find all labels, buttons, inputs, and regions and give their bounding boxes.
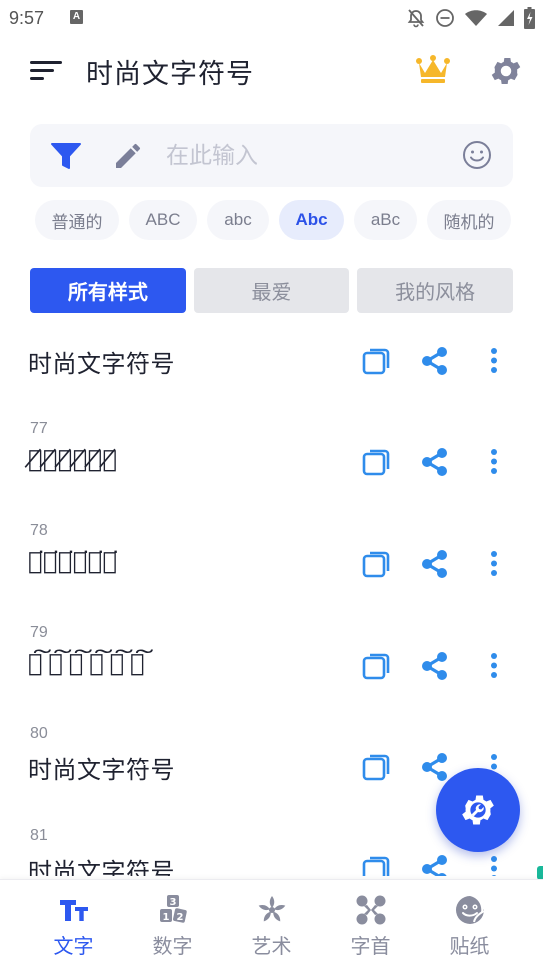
smiley-icon <box>463 141 491 169</box>
status-bar: 9:57 A <box>0 0 543 38</box>
nav-art-label: 艺术 <box>251 934 292 958</box>
style-row[interactable]: 77 时̸尚̸文̸字̸符̸号̸ <box>0 344 543 476</box>
tab-my-style[interactable]: 我的风格 <box>357 268 514 313</box>
app-bar: 时尚文字符号 <box>0 40 543 102</box>
style-row[interactable]: 78 时͘尚͘文͘字͘符͘号͘ <box>0 446 543 578</box>
style-preview-text: 时尚文字符号 <box>28 858 175 876</box>
style-tabs: 所有样式 最爱 我的风格 <box>30 268 514 313</box>
tab-favorites[interactable]: 最爱 <box>193 268 350 313</box>
bottom-nav: 文字 312 数字 艺术 字首 贴纸 <box>0 879 543 965</box>
edit-button[interactable] <box>112 140 144 172</box>
style-number: 78 <box>30 522 48 539</box>
style-number: 79 <box>30 624 48 641</box>
chip-uppercase[interactable]: ABC <box>129 200 197 240</box>
nav-prefix-label: 字首 <box>350 934 391 958</box>
tools-fab[interactable] <box>436 768 520 852</box>
nav-stickers[interactable]: 贴纸 <box>420 880 519 965</box>
chip-random[interactable]: 随机的 <box>427 200 511 240</box>
flower-icon <box>258 896 286 922</box>
tab-all-styles[interactable]: 所有样式 <box>30 268 186 313</box>
style-row[interactable]: 时尚文字符号 <box>0 320 543 378</box>
svg-text:3: 3 <box>170 897 177 908</box>
gear-icon <box>491 57 521 85</box>
text-input[interactable] <box>162 138 452 174</box>
gear-wrench-icon <box>462 795 494 825</box>
chip-normal[interactable]: 普通的 <box>35 200 119 240</box>
chip-alternating[interactable]: aBc <box>354 200 417 240</box>
cell-signal-icon <box>498 10 514 26</box>
crown-icon <box>416 55 450 83</box>
emoji-button[interactable] <box>461 139 493 171</box>
style-number: 81 <box>30 827 48 844</box>
copy-button[interactable] <box>361 853 393 876</box>
premium-button[interactable] <box>415 54 451 86</box>
wifi-icon <box>465 10 487 26</box>
notifications-off-icon <box>407 9 425 28</box>
scrollbar-thumb[interactable] <box>537 866 543 880</box>
copy-icon <box>361 856 393 876</box>
chip-lowercase[interactable]: abc <box>207 200 269 240</box>
nav-numbers[interactable]: 312 数字 <box>123 880 222 965</box>
style-number: 77 <box>30 420 48 437</box>
style-row[interactable]: 79 时͠尚͠文͠字͠符͠号͠ <box>0 548 543 680</box>
filter-icon <box>51 143 81 169</box>
nodes-icon <box>356 895 386 925</box>
status-icons <box>406 6 535 30</box>
number-blocks-icon: 31 2 <box>160 895 187 923</box>
nav-art[interactable]: 艺术 <box>222 880 321 965</box>
menu-button[interactable] <box>28 57 64 83</box>
nav-prefix[interactable]: 字首 <box>321 880 420 965</box>
sort-menu-icon <box>30 61 62 80</box>
filter-button[interactable] <box>50 141 82 171</box>
nav-text-label: 文字 <box>53 934 94 958</box>
case-chips: 普通的 ABC abc Abc aBc 随机的 <box>35 200 515 240</box>
nav-numbers-label: 数字 <box>152 934 193 958</box>
nav-text[interactable]: 文字 <box>24 880 123 965</box>
style-number: 80 <box>30 725 48 742</box>
status-time: 9:57 <box>9 8 45 28</box>
pencil-icon <box>116 143 140 168</box>
svg-text:2: 2 <box>177 912 184 923</box>
text-input-bar <box>30 124 513 187</box>
chip-capitalize[interactable]: Abc <box>279 200 344 240</box>
more-vertical-icon <box>484 856 504 876</box>
nav-stickers-label: 贴纸 <box>449 934 490 958</box>
text-size-icon <box>60 900 88 921</box>
more-options-button[interactable] <box>484 853 504 876</box>
settings-button[interactable] <box>488 53 524 89</box>
share-button[interactable] <box>420 853 450 876</box>
do-not-disturb-icon <box>436 9 454 27</box>
share-icon <box>420 855 450 876</box>
notification-a-icon: A <box>70 10 83 24</box>
style-row[interactable]: 80 时尚文字符号 <box>0 649 543 784</box>
battery-charging-icon <box>524 7 535 29</box>
sticker-face-icon <box>456 896 485 924</box>
page-title: 时尚文字符号 <box>86 59 254 90</box>
svg-text:1: 1 <box>163 912 170 923</box>
